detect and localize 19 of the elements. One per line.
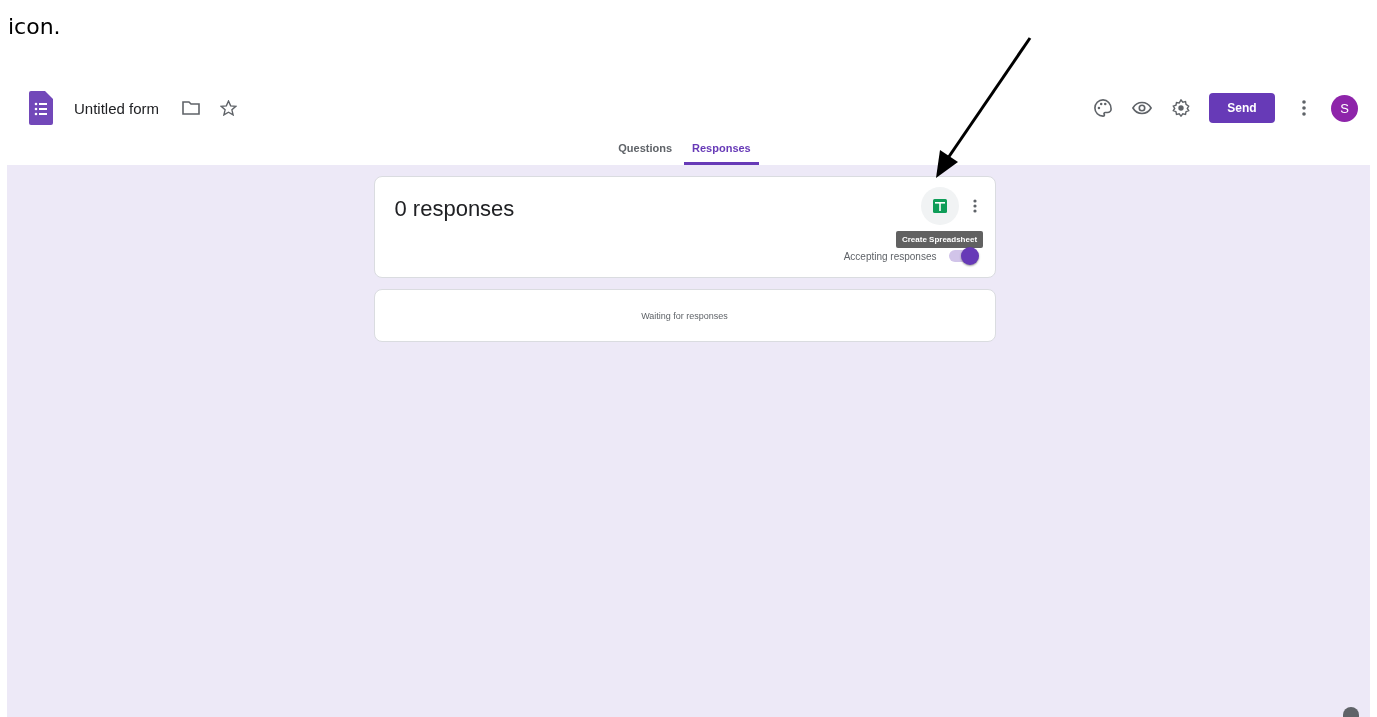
tab[interactable]: Questions: [610, 142, 681, 165]
settings-icon[interactable]: [1172, 99, 1190, 117]
caption-text: icon.: [8, 14, 61, 39]
send-button[interactable]: Send: [1209, 93, 1275, 123]
avatar[interactable]: S: [1331, 94, 1358, 122]
response-count: 0 responses: [394, 196, 515, 222]
folder-icon[interactable]: [182, 101, 201, 115]
tooltip: Create Spreadsheet: [895, 231, 984, 248]
spreadsheet-icon[interactable]: [920, 187, 959, 225]
star-icon[interactable]: [220, 100, 238, 116]
forms-logo-icon: [29, 91, 53, 125]
more-options-icon[interactable]: [972, 199, 977, 213]
eye-icon[interactable]: [1132, 101, 1152, 115]
more-options-icon[interactable]: [1302, 100, 1306, 116]
form-title[interactable]: Untitled form: [74, 99, 160, 117]
palette-icon[interactable]: [1094, 99, 1112, 117]
waiting-text: Waiting for responses: [641, 310, 728, 321]
accepting-label: Accepting responses: [843, 250, 937, 262]
toggle-switch[interactable]: [948, 250, 977, 262]
